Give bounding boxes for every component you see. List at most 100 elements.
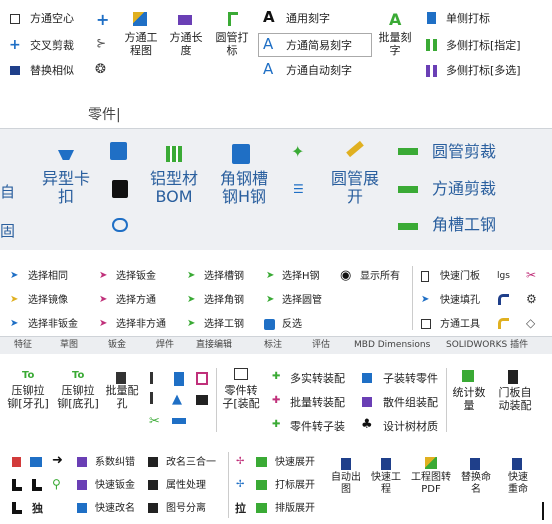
rivet-thread-icon: To — [22, 370, 35, 381]
tool-square-tools[interactable]: 方通工具 — [440, 319, 480, 331]
tool-select-square[interactable]: 选择方通 — [116, 295, 156, 307]
btn-label-line: 孔 — [116, 397, 128, 410]
quick-unfold-icon — [256, 457, 267, 467]
cursor-tube-icon: ➤ — [266, 294, 275, 305]
tool-fangtong-kongxin[interactable]: 方通空心 — [30, 12, 74, 25]
btn-label-line: 快速 — [508, 472, 528, 483]
panel-header-strip — [0, 98, 552, 128]
replace-name-button[interactable]: 替换命 名 — [456, 472, 496, 496]
tool-multi-mark-multi[interactable]: 多侧打标[多选] — [446, 64, 521, 77]
tab-weldments[interactable]: 焊件 — [156, 340, 174, 351]
tool-jiaocha-jiancai[interactable]: 交叉剪裁 — [30, 39, 74, 52]
part-to-subassembly-button[interactable]: 零件转 子[装配 — [218, 384, 264, 410]
tool-quick-rename[interactable]: 快速改名 — [95, 503, 135, 515]
fangtong-changdu-button[interactable]: 方通长 度 — [164, 31, 208, 57]
quick-reset-button[interactable]: 快速 重命 — [498, 472, 538, 496]
btn-label-line: 门板自 — [498, 386, 532, 399]
cursor-hbeam-icon: ➤ — [266, 270, 275, 281]
scissors-green-icon: ✂ — [149, 414, 160, 429]
single-label[interactable]: 独 — [32, 502, 43, 515]
tool-auto-engrave[interactable]: 方通自动刻字 — [286, 64, 352, 77]
tool-select-non-square[interactable]: 选择非方通 — [116, 319, 166, 331]
tool-part-to-subasm[interactable]: 零件转子装 — [290, 420, 345, 433]
tab-solidworks-addins[interactable]: SOLIDWORKS 插件 — [446, 340, 528, 351]
tool-tree-material[interactable]: 设计树材质 — [383, 420, 438, 433]
tool-select-channel[interactable]: 选择槽钢 — [204, 271, 244, 283]
yuanguan-zhankai-button[interactable]: 圆管展 开 — [322, 170, 388, 206]
rivet-bottom-icon: To — [72, 370, 85, 381]
rename3-icon — [148, 457, 158, 467]
tool-select-mirror[interactable]: 选择镜像 — [28, 295, 68, 307]
tool-layout-unfold[interactable]: 排版展开 — [275, 503, 315, 515]
cursor-nonsheet-icon: ➤ — [10, 318, 19, 329]
tab-sheet-metal[interactable]: 钣金 — [108, 340, 126, 351]
tool-select-ibeam[interactable]: 选择工钢 — [204, 319, 244, 331]
angle-steel-icon — [398, 223, 418, 230]
tool-coefficient-fix[interactable]: 系数纠错 — [95, 457, 135, 469]
drawing-to-pdf-button[interactable]: 工程图转 PDF — [406, 472, 456, 496]
tool-drawing-number-split[interactable]: 图号分离 — [166, 503, 206, 515]
tool-property-process[interactable]: 属性处理 — [166, 480, 206, 492]
tool-multibody-to-assembly[interactable]: 多实转装配 — [290, 372, 345, 385]
door-auto-assembly-button[interactable]: 门板自 动装配 — [492, 386, 538, 412]
rivet-bottom-hole-button[interactable]: 压铆拉 铆[底孔] — [52, 384, 104, 410]
tool-rename-three-in-one[interactable]: 改名三合一 — [166, 457, 216, 469]
tab-mbd-dimensions[interactable]: MBD Dimensions — [354, 340, 430, 351]
tool-jiaocao-gonggang[interactable]: 角槽工钢 — [432, 216, 496, 234]
pull-label[interactable]: 拉 — [235, 502, 246, 515]
tool-quick-door[interactable]: 快速门板 — [440, 271, 480, 283]
tool-quick-sheetmetal[interactable]: 快速钣金 — [95, 480, 135, 492]
tool-quick-unfold[interactable]: 快速展开 — [275, 457, 315, 469]
tool-general-engrave[interactable]: 通用刻字 — [286, 12, 330, 25]
tool-subasm-to-part[interactable]: 子装转零件 — [383, 372, 438, 385]
btn-label-line: 角钢槽 — [219, 169, 268, 188]
eye-icon: ◉ — [340, 268, 352, 283]
tab-evaluate[interactable]: 评估 — [312, 340, 330, 351]
group-separator — [412, 266, 413, 330]
cursor-mirror-icon: ➤ — [10, 294, 19, 305]
square-outline-icon — [10, 14, 20, 24]
tool-single-mark[interactable]: 单侧打标 — [446, 12, 490, 25]
tool-mark-unfold[interactable]: 打标展开 — [275, 480, 315, 492]
tab-sketch[interactable]: 草图 — [60, 340, 78, 351]
tool-select-same[interactable]: 选择相同 — [28, 271, 68, 283]
jiaogang-caogang-button[interactable]: 角钢槽 钢H钢 — [208, 170, 280, 206]
lvxingcai-bom-button[interactable]: 铝型材 BOM — [140, 170, 208, 206]
tool-multi-mark-specified[interactable]: 多侧打标[指定] — [446, 39, 521, 52]
cursor-angle-icon: ➤ — [187, 294, 196, 305]
btn-label-line: 压铆拉 — [61, 384, 95, 397]
yuanguan-dabiao-button[interactable]: 圆管打 标 — [212, 31, 252, 57]
plus-small-icon: + — [96, 10, 110, 29]
pencil-icon — [346, 140, 364, 158]
batch-hole-button[interactable]: 批量配 孔 — [102, 384, 142, 410]
tool-show-all[interactable]: 显示所有 — [360, 271, 400, 283]
tool-yuanguan-jiancai[interactable]: 圆管剪裁 — [432, 143, 496, 161]
btn-label-line: PDF — [421, 484, 441, 495]
door-auto-icon — [508, 370, 518, 384]
tool-select-hbeam[interactable]: 选择H钢 — [282, 271, 320, 283]
auto-drawing-button[interactable]: 自动出 图 — [326, 472, 366, 496]
tool-select-sheet[interactable]: 选择钣金 — [116, 271, 156, 283]
btn-label-line: 批量配 — [105, 384, 139, 397]
quick-work-button[interactable]: 快速工 程 — [366, 472, 406, 496]
tab-direct-edit[interactable]: 直接编辑 — [196, 340, 232, 351]
count-quantity-button[interactable]: 统计数 量 — [448, 386, 490, 412]
fangtong-gongcheng-button[interactable]: 方通工 程图 — [118, 31, 164, 57]
tool-loose-to-assembly[interactable]: 散件组装配 — [383, 396, 438, 409]
yixing-kakou-button[interactable]: 异型卡 扣 — [33, 170, 99, 206]
tool-batch-to-assembly[interactable]: 批量转装配 — [290, 396, 345, 409]
tool-fangtong-jiancai[interactable]: 方通剪裁 — [432, 180, 496, 198]
batch-engrave-button[interactable]: 批量刻 字 — [374, 31, 416, 57]
tool-simple-engrave[interactable]: 方通简易刻字 — [286, 39, 352, 52]
tab-dimension[interactable]: 标注 — [264, 340, 282, 351]
tool-invert-select[interactable]: 反选 — [282, 319, 302, 331]
tool-tihuan-xiangsi[interactable]: 替换相似 — [30, 64, 74, 77]
tool-select-angle[interactable]: 选择角钢 — [204, 295, 244, 307]
tool-select-tube[interactable]: 选择圆管 — [282, 295, 322, 307]
tab-feature[interactable]: 特征 — [14, 340, 32, 351]
rivet-thread-hole-button[interactable]: 压铆拉 铆[牙孔] — [2, 384, 54, 410]
tool-select-non-sheet[interactable]: 选择非钣金 — [28, 319, 78, 331]
toolbar-panel-5: ➜ ⚲ 独 系数纠错 快速钣金 快速改名 改名三合一 属性处理 图号分离 ✢ ✢… — [0, 448, 540, 524]
tool-quick-fill-hole[interactable]: 快速填孔 — [440, 295, 480, 307]
black-l-icon — [12, 479, 22, 491]
